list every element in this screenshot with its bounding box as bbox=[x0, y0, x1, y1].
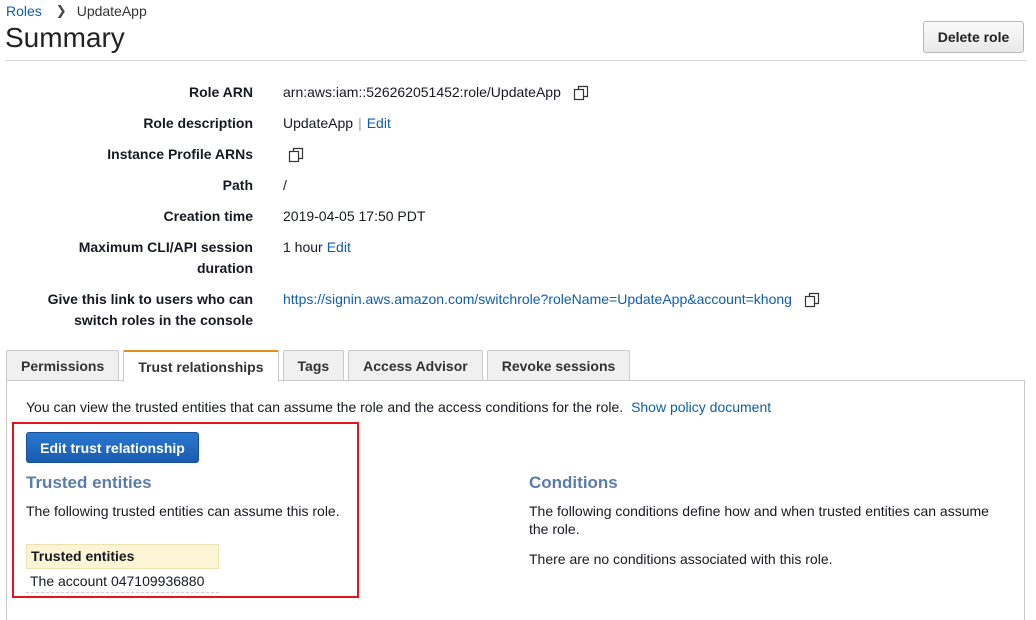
page-title: Summary bbox=[5, 22, 125, 53]
trusted-entities-text: The following trusted entities can assum… bbox=[26, 503, 340, 519]
table-header: Trusted entities bbox=[26, 544, 219, 569]
tab-tags[interactable]: Tags bbox=[282, 350, 345, 381]
trusted-entities-table: Trusted entities The account 04710993688… bbox=[26, 544, 219, 593]
copy-icon[interactable] bbox=[288, 147, 304, 163]
conditions-text: The following conditions define how and … bbox=[529, 502, 1019, 538]
role-description-label: Role description bbox=[143, 115, 253, 131]
role-arn-label: Role ARN bbox=[188, 84, 253, 100]
instance-profile-label: Instance Profile ARNs bbox=[107, 146, 253, 162]
session-duration-value: 1 hour bbox=[283, 239, 323, 255]
path-value: / bbox=[283, 177, 287, 193]
tab-bar: Permissions Trust relationships Tags Acc… bbox=[6, 350, 634, 382]
creation-time-value: 2019-04-05 17:50 PDT bbox=[283, 208, 426, 224]
copy-icon[interactable] bbox=[804, 292, 820, 308]
session-duration-label-line2: duration bbox=[197, 260, 253, 276]
path-label: Path bbox=[222, 177, 253, 193]
tab-revoke-sessions[interactable]: Revoke sessions bbox=[486, 350, 631, 381]
edit-description-link[interactable]: Edit bbox=[367, 113, 391, 134]
tab-trust-relationships[interactable]: Trust relationships bbox=[123, 350, 279, 382]
switch-link-label-line2: switch roles in the console bbox=[74, 312, 253, 328]
header-divider bbox=[6, 60, 1026, 61]
delete-role-button[interactable]: Delete role bbox=[923, 21, 1024, 53]
no-conditions-text: There are no conditions associated with … bbox=[529, 551, 833, 567]
trusted-entities-title: Trusted entities bbox=[26, 473, 152, 492]
switch-link-label: Give this link to users who can switch r… bbox=[48, 289, 253, 331]
table-row: The account 047109936880 bbox=[26, 569, 219, 593]
switch-link-label-line1: Give this link to users who can bbox=[47, 291, 253, 307]
edit-duration-link[interactable]: Edit bbox=[327, 237, 351, 258]
role-description-value: UpdateApp bbox=[283, 115, 354, 131]
session-duration-label-line1: Maximum CLI/API session bbox=[78, 239, 253, 255]
tab-permissions[interactable]: Permissions bbox=[6, 350, 120, 381]
tab-access-advisor[interactable]: Access Advisor bbox=[348, 350, 483, 381]
switch-role-link[interactable]: https://signin.aws.amazon.com/switchrole… bbox=[283, 289, 792, 310]
edit-trust-relationship-button[interactable]: Edit trust relationship bbox=[26, 432, 199, 463]
copy-icon[interactable] bbox=[573, 85, 589, 101]
creation-time-label: Creation time bbox=[163, 208, 253, 224]
breadcrumb: Roles ❯ UpdateApp bbox=[6, 3, 147, 19]
breadcrumb-current: UpdateApp bbox=[76, 3, 147, 19]
conditions-text-line2: the role. bbox=[529, 521, 580, 537]
conditions-text-line1: The following conditions define how and … bbox=[529, 503, 989, 519]
role-arn-value: arn:aws:iam::526262051452:role/UpdateApp bbox=[283, 84, 561, 100]
breadcrumb-roles-link[interactable]: Roles bbox=[6, 3, 42, 19]
show-policy-link[interactable]: Show policy document bbox=[631, 399, 771, 415]
trust-description-text: You can view the trusted entities that c… bbox=[26, 399, 624, 415]
session-duration-label: Maximum CLI/API session duration bbox=[79, 237, 253, 279]
conditions-title: Conditions bbox=[529, 473, 618, 492]
trust-description: You can view the trusted entities that c… bbox=[26, 399, 771, 415]
separator: | bbox=[358, 115, 362, 131]
chevron-right-icon: ❯ bbox=[55, 3, 67, 18]
